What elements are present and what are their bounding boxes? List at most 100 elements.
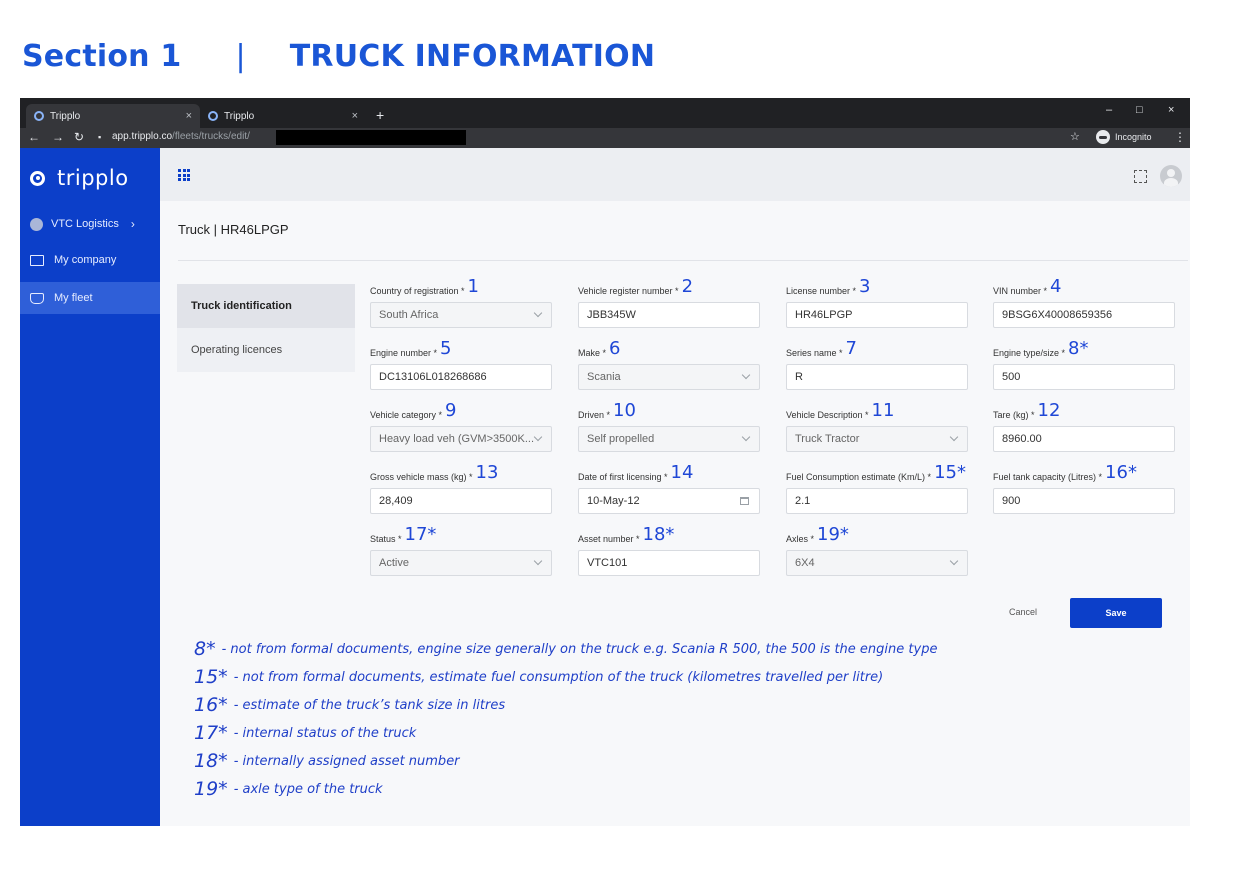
section-number: Section 1 (22, 38, 182, 74)
browser-window: Tripplo × Tripplo × + – □ × ← → ↻ ▪ app.… (20, 98, 1190, 826)
sidebar-item-my-fleet[interactable]: My fleet (20, 282, 160, 314)
form-field: Axles * 19* 6X4 (786, 524, 968, 576)
field-label-text: Country of registration * (370, 286, 465, 296)
tripplo-logo[interactable]: tripplo (30, 166, 129, 190)
field-label: Gross vehicle mass (kg) * 13 (370, 462, 552, 483)
text-input[interactable]: 28,409 (370, 488, 552, 514)
save-button[interactable]: Save (1070, 598, 1162, 628)
form-field: Make * 6 Scania (578, 338, 760, 390)
org-switcher[interactable]: VTC Logistics › (20, 208, 160, 240)
select-field[interactable]: 6X4 (786, 550, 968, 576)
note-text: - not from formal documents, engine size… (221, 641, 938, 657)
org-name: VTC Logistics (51, 218, 119, 230)
apps-grid-icon[interactable] (178, 169, 190, 181)
text-input[interactable]: 900 (993, 488, 1175, 514)
section-heading: Section 1 | TRUCK INFORMATION (22, 34, 655, 78)
select-field[interactable]: Truck Tractor (786, 426, 968, 452)
note-text: - not from formal documents, estimate fu… (233, 669, 884, 685)
field-value: DC13106L018268686 (379, 371, 487, 383)
field-label-text: VIN number * (993, 286, 1048, 296)
select-field[interactable]: Active (370, 550, 552, 576)
text-input[interactable]: 9BSG6X40008659356 (993, 302, 1175, 328)
date-field[interactable]: 10-May-12 (578, 488, 760, 514)
note-line: 18* - internally assigned asset number (194, 747, 937, 775)
tab-title: Tripplo (50, 110, 81, 122)
field-label-text: Engine number * (370, 348, 438, 358)
note-text: - internally assigned asset number (233, 753, 460, 769)
browser-tab[interactable]: Tripplo × (200, 104, 366, 128)
field-value: 28,409 (379, 495, 413, 507)
url-field[interactable]: app.tripplo.co/fleets/trucks/edit/ (112, 131, 250, 142)
annotation-number: 11 (871, 400, 895, 421)
field-value: HR46LPGP (795, 309, 853, 321)
tab-close-icon[interactable]: × (186, 110, 192, 122)
annotation-number: 17* (404, 524, 437, 545)
field-value: 6X4 (795, 557, 815, 569)
reload-icon[interactable]: ↻ (74, 130, 84, 144)
select-field[interactable]: South Africa (370, 302, 552, 328)
close-window-icon[interactable]: × (1168, 104, 1174, 116)
incognito-indicator[interactable]: Incognito (1096, 130, 1152, 144)
form-field: Date of first licensing * 14 10-May-12 (578, 462, 760, 514)
user-avatar[interactable] (1160, 165, 1182, 187)
field-value: 900 (1002, 495, 1021, 507)
form-field: Fuel Consumption estimate (Km/L) * 15* 2.1 (786, 462, 968, 514)
incognito-label: Incognito (1115, 132, 1152, 142)
field-label-text: Date of first licensing * (578, 472, 668, 482)
tab-operating-licences[interactable]: Operating licences (177, 328, 355, 372)
note-text: - internal status of the truck (233, 725, 417, 741)
browser-menu-icon[interactable]: ⋮ (1174, 130, 1186, 144)
fullscreen-icon[interactable] (1134, 170, 1147, 183)
text-input[interactable]: 8960.00 (993, 426, 1175, 452)
browser-tab[interactable]: Tripplo × (26, 104, 200, 128)
text-input[interactable]: 2.1 (786, 488, 968, 514)
bookmark-star-icon[interactable]: ☆ (1070, 130, 1080, 143)
text-input[interactable]: HR46LPGP (786, 302, 968, 328)
field-label: Date of first licensing * 14 (578, 462, 760, 483)
form-field: Engine type/size * 8* 500 (993, 338, 1175, 390)
field-label: Make * 6 (578, 338, 760, 359)
field-label-text: Fuel tank capacity (Litres) * (993, 472, 1103, 482)
field-label: Series name * 7 (786, 338, 968, 359)
cancel-button[interactable]: Cancel (998, 600, 1048, 624)
sidebar-item-my-company[interactable]: My company (20, 244, 160, 276)
select-field[interactable]: Scania (578, 364, 760, 390)
annotation-number: 14 (670, 462, 694, 483)
field-label: Fuel Consumption estimate (Km/L) * 15* (786, 462, 968, 483)
note-text: - estimate of the truck’s tank size in l… (233, 697, 506, 713)
annotation-number: 15* (934, 462, 966, 483)
text-input[interactable]: R (786, 364, 968, 390)
tab-close-icon[interactable]: × (352, 110, 358, 122)
field-label-text: Asset number * (578, 534, 640, 544)
text-input[interactable]: 500 (993, 364, 1175, 390)
tripplo-logo-icon (30, 170, 45, 186)
annotation-number: 8* (1068, 338, 1089, 359)
app-sidebar: tripplo VTC Logistics › My company My fl… (20, 148, 160, 826)
divider (178, 260, 1188, 261)
annotation-number: 18* (642, 524, 675, 545)
field-value: 2.1 (795, 495, 811, 507)
forward-arrow-icon[interactable]: → (52, 130, 64, 144)
text-input[interactable]: DC13106L018268686 (370, 364, 552, 390)
select-field[interactable]: Heavy load veh (GVM>3500K... (370, 426, 552, 452)
new-tab-button[interactable]: + (376, 107, 384, 123)
minimize-icon[interactable]: – (1106, 104, 1112, 116)
annotation-number: 1 (467, 276, 479, 297)
annotation-notes: 8* - not from formal documents, engine si… (194, 635, 937, 803)
text-input[interactable]: JBB345W (578, 302, 760, 328)
maximize-icon[interactable]: □ (1136, 104, 1143, 116)
text-input[interactable]: VTC101 (578, 550, 760, 576)
annotation-number: 2 (681, 276, 694, 297)
field-label-text: Make * (578, 348, 607, 358)
incognito-icon (1096, 130, 1110, 144)
field-value: Self propelled (587, 433, 655, 445)
note-key: 15* (194, 666, 228, 688)
annotation-number: 5 (440, 338, 452, 359)
calendar-icon[interactable] (740, 497, 749, 505)
field-label-text: Tare (kg) * (993, 410, 1035, 420)
back-arrow-icon[interactable]: ← (28, 130, 40, 144)
tab-truck-identification[interactable]: Truck identification (177, 284, 355, 328)
form-field: Tare (kg) * 12 8960.00 (993, 400, 1175, 452)
select-field[interactable]: Self propelled (578, 426, 760, 452)
annotation-number: 7 (845, 338, 857, 359)
